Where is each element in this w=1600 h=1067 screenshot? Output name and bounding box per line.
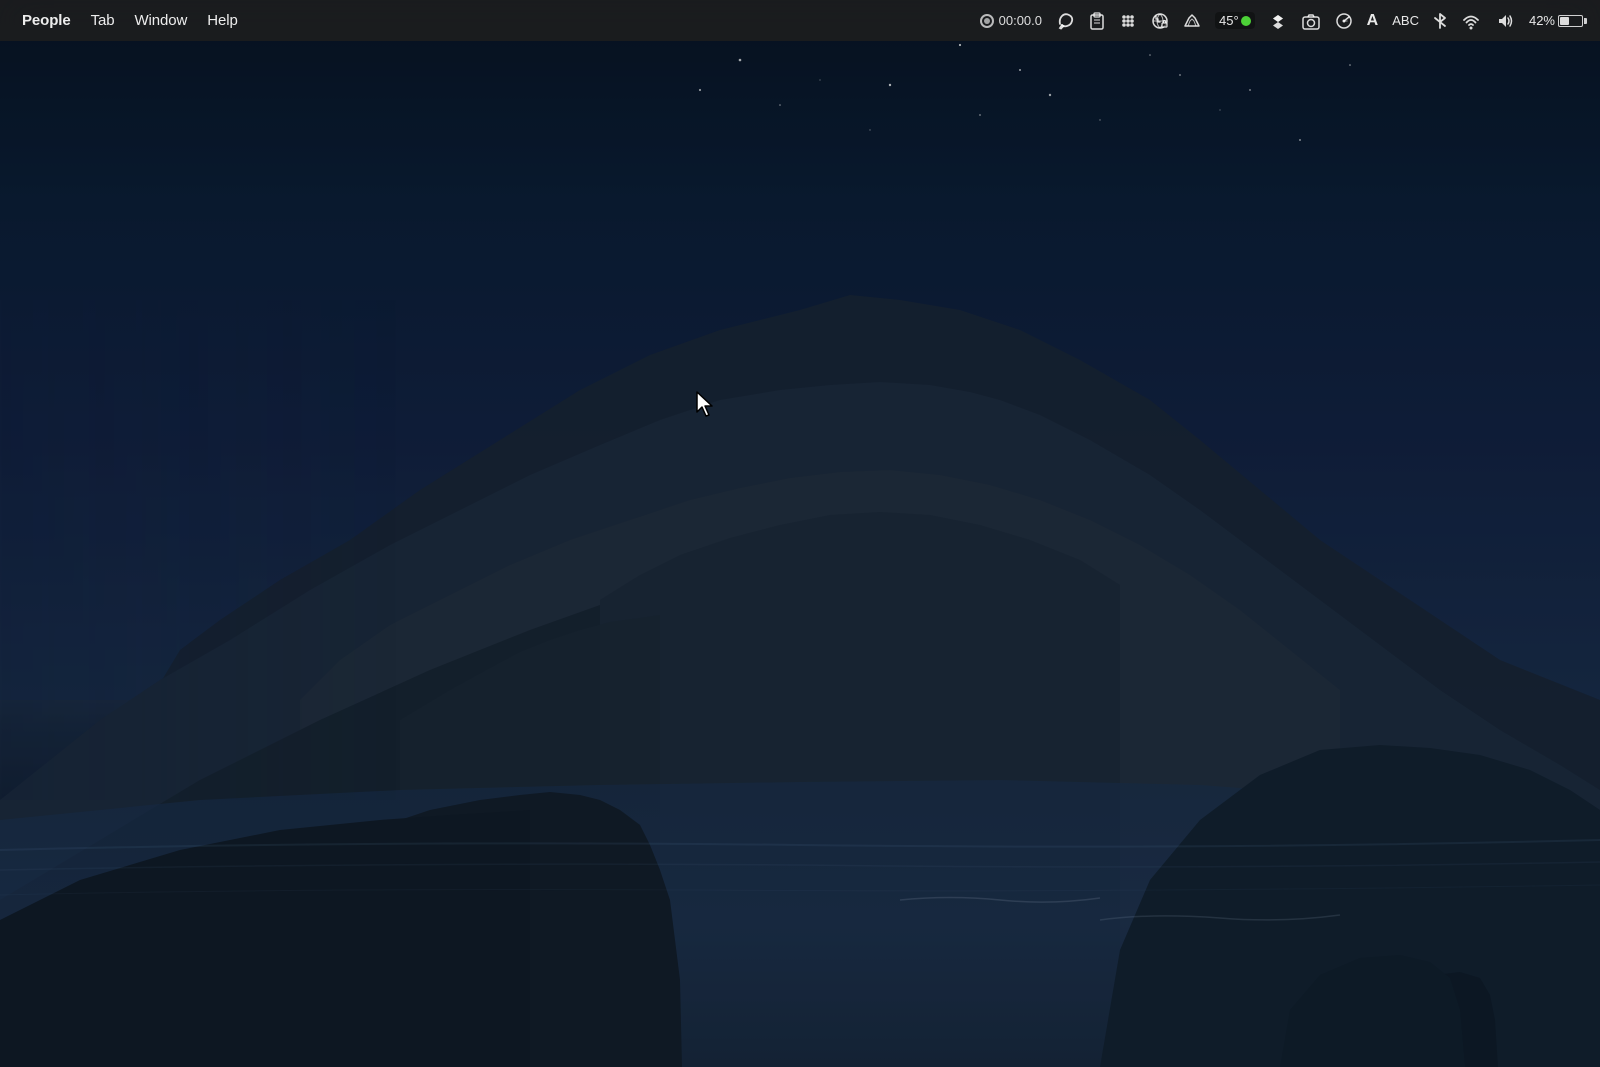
- menu-tab[interactable]: Tab: [81, 8, 125, 33]
- text-input-source-A[interactable]: A: [1362, 10, 1384, 32]
- menu-window[interactable]: Window: [124, 8, 197, 33]
- battery-fill: [1560, 17, 1569, 25]
- record-dot-inner: [984, 18, 990, 24]
- battery-shape: [1558, 15, 1583, 27]
- bluetooth-icon[interactable]: [1428, 10, 1452, 32]
- text-input-source-ABC[interactable]: ABC: [1387, 11, 1424, 30]
- clipboard-icon[interactable]: [1084, 10, 1110, 32]
- dropbox-icon[interactable]: [1264, 10, 1292, 32]
- temperature-value: 45°: [1219, 13, 1239, 28]
- menubar-right: 00:00.0: [974, 10, 1588, 32]
- battery-indicator[interactable]: 42%: [1524, 11, 1588, 30]
- menubar: People Tab Window Help 00:00.0: [0, 0, 1600, 41]
- apps-grid-icon[interactable]: [1114, 10, 1142, 32]
- menu-people[interactable]: People: [12, 8, 81, 33]
- selection-tool-icon[interactable]: [1052, 10, 1080, 32]
- radar-icon[interactable]: [1330, 10, 1358, 32]
- text-input-ABC-label: ABC: [1392, 13, 1419, 28]
- recording-timer: 00:00.0: [999, 13, 1042, 28]
- screenshot-camera-icon[interactable]: [1296, 10, 1326, 32]
- time-machine-icon[interactable]: [1178, 10, 1206, 32]
- temp-dot-icon: [1241, 16, 1251, 26]
- battery-icon-container: [1558, 15, 1583, 27]
- menu-help[interactable]: Help: [197, 8, 247, 33]
- volume-icon[interactable]: [1490, 10, 1520, 32]
- temperature-indicator[interactable]: 45°: [1210, 10, 1260, 31]
- battery-percent-label: 42%: [1529, 13, 1555, 28]
- desktop: [0, 0, 1600, 1067]
- temp-badge: 45°: [1215, 12, 1255, 29]
- record-dot-icon: [980, 14, 994, 28]
- wifi-icon[interactable]: [1456, 10, 1486, 32]
- screen-recording-indicator[interactable]: 00:00.0: [974, 11, 1048, 30]
- vpn-lock-icon[interactable]: [1146, 10, 1174, 32]
- text-input-A-label: A: [1367, 12, 1379, 30]
- menubar-left: People Tab Window Help: [12, 8, 248, 33]
